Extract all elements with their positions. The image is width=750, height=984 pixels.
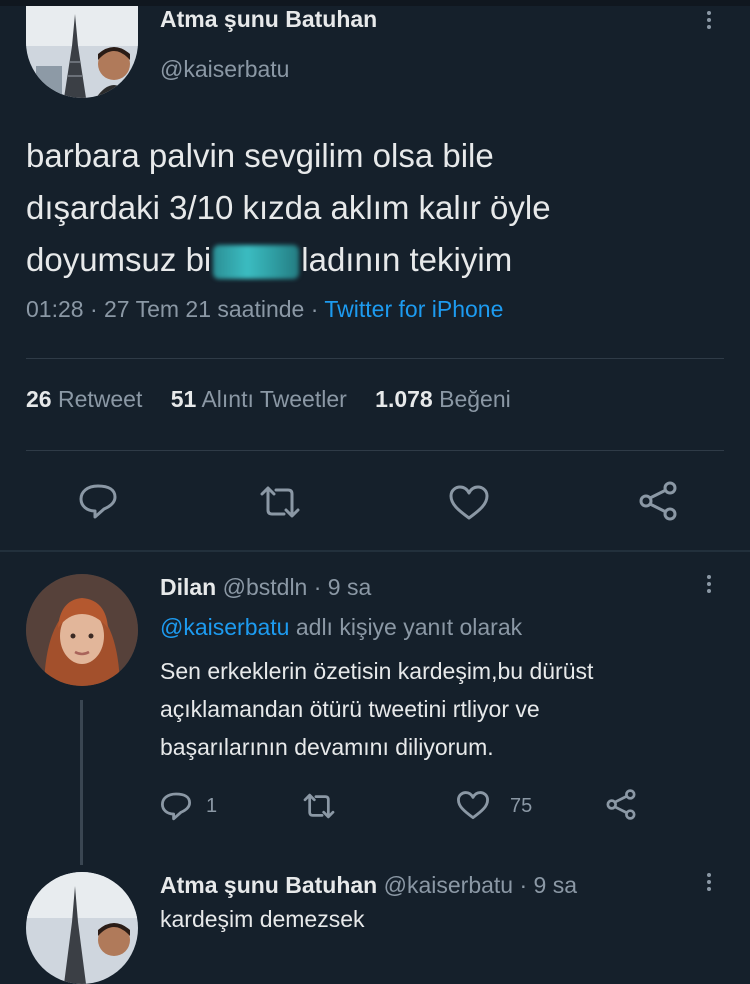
author-name[interactable]: Atma şunu Batuhan [160, 6, 377, 33]
retweet-label: Retweet [57, 386, 143, 412]
divider [26, 358, 724, 359]
avatar-photo [26, 574, 138, 686]
retweet-count: 26 [26, 386, 52, 412]
reply-icon[interactable] [160, 790, 192, 822]
share-icon[interactable] [604, 788, 638, 821]
tweet-text: barbara palvin sevgilim olsa bile dışard… [26, 130, 726, 286]
reply-text-line: açıklamandan ötürü tweetini rtliyor ve [160, 696, 540, 722]
quote-count: 51 [170, 386, 197, 412]
avatar-photo [26, 6, 138, 98]
reply-time: · 9 sa [519, 872, 578, 898]
tweet-text-line: doyumsuz bi ladının tekiyim [26, 234, 726, 286]
replying-to: @kaiserbatu adlı kişiye yanıt olarak [160, 614, 522, 641]
tweet-stats: 26 Retweet 51 Alıntı Tweetler 1.078 Beğe… [26, 386, 511, 413]
reply-text-line: başarılarının devamını diliyorum. [160, 734, 494, 760]
tweet-time: 01:28 [26, 296, 84, 322]
like-count: 1.078 [375, 386, 433, 412]
quote-stat[interactable]: 51 Alıntı Tweetler [171, 386, 347, 412]
author-handle[interactable]: @kaiserbatu [160, 56, 289, 83]
like-icon[interactable] [456, 790, 490, 821]
reply-header: Dilan @bstdln · 9 sa [160, 574, 371, 601]
more-options-icon[interactable] [704, 572, 714, 596]
retweet-stat[interactable]: 26 Retweet [26, 386, 142, 412]
meta-separator: · [310, 296, 319, 322]
censor-blur [213, 245, 300, 280]
reply-text-line: Sen erkeklerin özetisin kardeşim,bu dürü… [160, 658, 594, 684]
retweet-icon[interactable] [300, 792, 338, 820]
reply-header: Atma şunu Batuhan @kaiserbatu · 9 sa [160, 872, 577, 899]
like-stat[interactable]: 1.078 Beğeni [375, 386, 511, 412]
reply-text: kardeşim demezsek [160, 906, 365, 932]
author-avatar[interactable] [26, 6, 138, 98]
reply-author-name[interactable]: Atma şunu Batuhan [160, 872, 377, 898]
reply-to-label: adlı kişiye yanıt olarak [295, 614, 523, 640]
tweet-text-line: dışardaki 3/10 kızda aklım kalır öyle [26, 189, 551, 226]
reply-avatar[interactable] [26, 872, 138, 984]
reply-text: Sen erkeklerin özetisin kardeşim,bu dürü… [160, 652, 720, 766]
more-options-icon[interactable] [704, 8, 714, 32]
tweet-text-fragment: doyumsuz bi [26, 241, 212, 278]
quote-label: Alıntı Tweetler [201, 386, 347, 412]
section-separator [0, 550, 750, 552]
retweet-icon[interactable] [256, 484, 304, 520]
tweet-text-line: barbara palvin sevgilim olsa bile [26, 137, 494, 174]
reply-count: 1 [206, 795, 218, 817]
meta-separator: · [89, 296, 98, 322]
tweet-date: 27 Tem 21 saatinde [104, 296, 305, 322]
divider [26, 450, 724, 451]
reply-time: · 9 sa [313, 574, 372, 600]
tweet-text-fragment: ladının tekiyim [301, 241, 513, 278]
tweet-meta: 01:28 · 27 Tem 21 saatinde · Twitter for… [26, 296, 503, 323]
share-icon[interactable] [636, 480, 680, 522]
reply-avatar[interactable] [26, 574, 138, 686]
reply-to-mention[interactable]: @kaiserbatu [160, 614, 289, 640]
thread-connector [80, 700, 83, 865]
reply-author-handle[interactable]: @bstdln [223, 574, 308, 600]
avatar-photo [26, 872, 138, 984]
reply-author-name[interactable]: Dilan [160, 574, 216, 600]
reply-author-handle[interactable]: @kaiserbatu [384, 872, 513, 898]
tweet-source-link[interactable]: Twitter for iPhone [324, 296, 503, 322]
like-label: Beğeni [439, 386, 511, 412]
tweet-detail-view: Atma şunu Batuhan @kaiserbatu barbara pa… [0, 0, 750, 984]
more-options-icon[interactable] [704, 870, 714, 894]
like-count: 75 [510, 795, 533, 817]
reply-icon[interactable] [78, 482, 118, 520]
like-icon[interactable] [448, 484, 490, 522]
